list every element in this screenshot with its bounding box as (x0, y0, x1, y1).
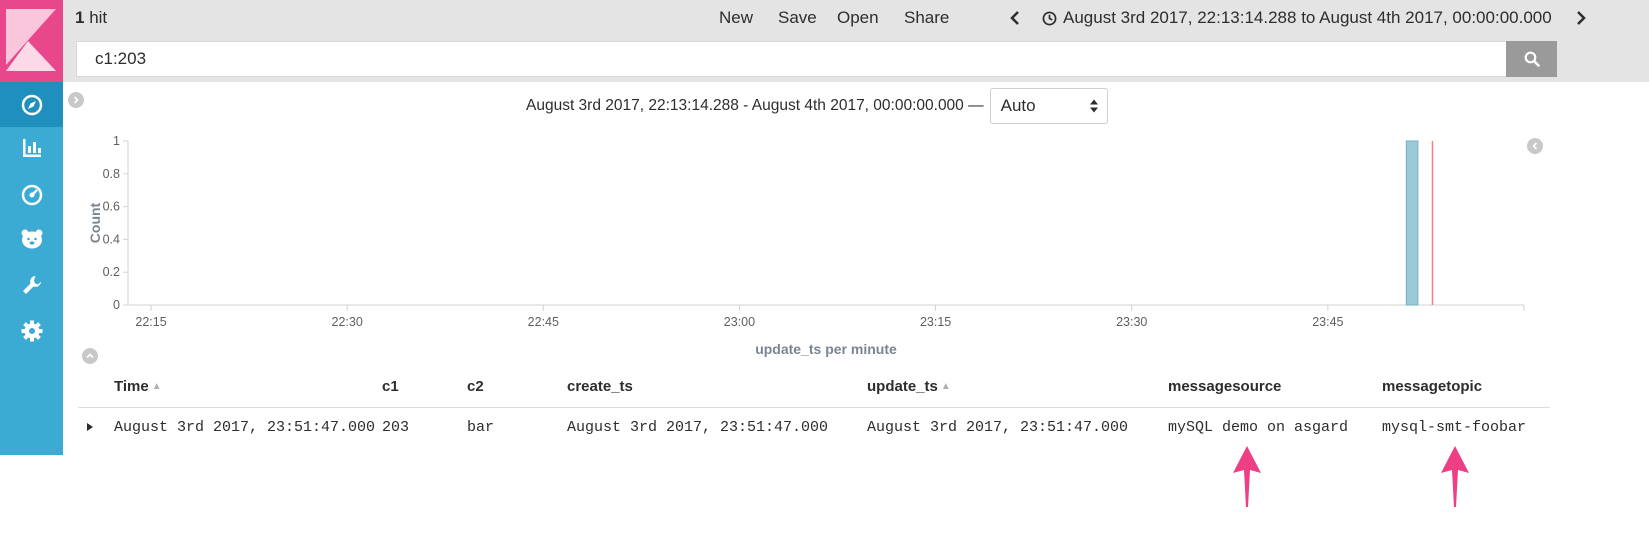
histogram-bar (1405, 140, 1419, 306)
chart-marks (1405, 140, 1434, 306)
cell-update-ts: August 3rd 2017, 23:51:47.000 (867, 419, 1129, 436)
x-tick-label: 23:15 (920, 315, 951, 329)
collapse-chart-toggle[interactable] (82, 348, 98, 364)
kibana-discover-app: 1 hit New Save Open Share August 3rd 201… (0, 0, 1649, 535)
chevron-up-icon (86, 353, 94, 359)
expand-row-icon[interactable] (86, 422, 94, 432)
x-tick-label: 23:30 (1116, 315, 1147, 329)
y-tick-label: 0.6 (103, 200, 120, 214)
x-tick-label: 23:45 (1312, 315, 1343, 329)
cell-messagetopic: mysql-smt-foobar (1382, 419, 1527, 436)
x-tick-label: 22:45 (528, 315, 559, 329)
column-header-messagesource[interactable]: messagesource (1168, 378, 1281, 395)
x-tick-label: 22:15 (135, 315, 166, 329)
table-row: August 3rd 2017, 23:51:47.000 203 bar Au… (78, 409, 1550, 445)
cell-create-ts: August 3rd 2017, 23:51:47.000 (567, 419, 829, 436)
column-header-time[interactable]: Time ▲ (114, 378, 162, 395)
y-tick-label: 0.2 (103, 265, 120, 279)
column-header-c1[interactable]: c1 (382, 378, 399, 395)
cell-c2: bar (467, 419, 495, 436)
y-tick-label: 0.8 (103, 167, 120, 181)
annotation-arrow-messagesource (1233, 446, 1261, 507)
y-axis-title: Count (87, 202, 103, 243)
column-header-update-ts[interactable]: update_ts ▲ (867, 378, 951, 395)
histogram-chart: 0 0.2 0.4 0.6 0.8 1 22:15 22:30 22:45 23:00 23:15 2… (87, 134, 1525, 357)
cell-time: August 3rd 2017, 23:51:47.000 (114, 419, 376, 436)
x-tick-label: 22:30 (332, 315, 363, 329)
column-header-messagetopic[interactable]: messagetopic (1382, 378, 1482, 395)
chart-axes: 0 0.2 0.4 0.6 0.8 1 22:15 22:30 22:45 23:00 23:15 2… (103, 134, 1525, 329)
y-tick-label: 1 (113, 134, 120, 148)
y-tick-label: 0.4 (103, 232, 120, 246)
annotation-arrow-messagetopic (1441, 446, 1469, 507)
column-header-c2[interactable]: c2 (467, 378, 484, 395)
table-header: Time ▲ c1 c2 create_ts update_ts ▲ message… (78, 372, 1550, 408)
column-header-create-ts[interactable]: create_ts (567, 378, 633, 395)
cell-messagesource: mySQL demo on asgard (1168, 419, 1349, 436)
x-tick-label: 23:00 (724, 315, 755, 329)
cell-c1: 203 (382, 419, 410, 436)
sort-asc-icon[interactable]: ▲ (152, 381, 162, 392)
x-axis-title: update_ts per minute (755, 341, 897, 357)
y-tick-label: 0 (113, 298, 120, 312)
sort-asc-icon[interactable]: ▲ (941, 381, 951, 392)
